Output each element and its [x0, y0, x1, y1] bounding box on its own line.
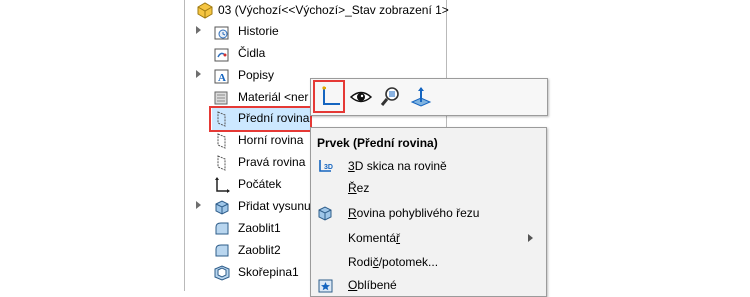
expand-arrow-icon[interactable] [196, 201, 201, 209]
3d-sketch-icon: 3D [317, 158, 335, 174]
origin-icon [213, 176, 231, 194]
tree-item-label: Zaoblit1 [238, 221, 281, 235]
fillet-icon [213, 220, 231, 238]
tree-item-sensors[interactable]: Čidla [196, 43, 446, 65]
menu-item-3d-sketch-on-plane[interactable]: 3D 3D skica na rovině [312, 155, 546, 177]
tree-item-label: Počátek [238, 177, 282, 191]
material-icon [213, 89, 231, 107]
highlight-box-tree-item [209, 106, 312, 132]
tree-item-label: Materiál <ner [238, 90, 309, 104]
zoom-to-selection-button[interactable] [379, 85, 403, 109]
plane-icon [213, 132, 231, 150]
tree-item-label: Zaoblit2 [238, 243, 281, 257]
menu-item-section[interactable]: Řez [312, 177, 546, 199]
svg-text:A: A [218, 72, 226, 84]
context-menu-title: Prvek (Přední rovina) [317, 136, 438, 150]
context-menu: Prvek (Přední rovina) 3D 3D skica na rov… [310, 127, 547, 297]
hide-show-button[interactable] [349, 85, 373, 109]
normal-to-button[interactable] [409, 85, 433, 109]
plane-icon [213, 154, 231, 172]
tree-item-label: Horní rovina [238, 133, 304, 147]
tree-item-label: Čidla [238, 46, 266, 60]
submenu-arrow-icon [528, 234, 533, 242]
menu-item-label: Řez [348, 181, 370, 195]
extrude-icon [213, 198, 231, 216]
tree-left-border [184, 0, 185, 291]
tree-item-label: Historie [238, 24, 279, 38]
tree-item-label: Popisy [238, 68, 275, 82]
context-toolbar [310, 78, 548, 116]
tree-item-label: Skořepina1 [238, 265, 299, 279]
tree-item-history[interactable]: Historie [196, 21, 446, 43]
shell-icon [213, 264, 231, 282]
menu-item-favorites[interactable]: Oblíbené [312, 274, 546, 296]
eye-icon [349, 91, 373, 103]
highlight-box-sketch-button [313, 80, 345, 113]
menu-item-label: Rodič/potomek... [348, 255, 439, 269]
menu-item-label: Komentář [348, 231, 401, 245]
menu-item-moving-section-plane[interactable]: Rovina pohyblivého řezu [312, 202, 546, 224]
part-icon [196, 1, 214, 19]
menu-item-parent-child[interactable]: Rodič/potomek... [312, 251, 546, 273]
menu-item-label: Oblíbené [348, 278, 397, 292]
tree-root-label: 03 (Výchozí<<Výchozí>_Stav zobrazení 1> [218, 3, 449, 17]
fillet-icon [213, 242, 231, 260]
tree-item-label: Pravá rovina [238, 155, 306, 169]
menu-item-label: 3D skica na rovině [348, 159, 447, 173]
history-folder-icon [213, 23, 231, 41]
zoom-to-selection-icon [380, 87, 399, 106]
sensors-folder-icon [213, 45, 231, 63]
moving-section-plane-icon [317, 205, 335, 221]
expand-arrow-icon[interactable] [196, 70, 201, 78]
menu-item-label: Rovina pohyblivého řezu [348, 206, 480, 220]
svg-text:3D: 3D [324, 164, 333, 171]
normal-to-icon [410, 87, 432, 107]
tree-item-label: Přidat vysunu [238, 199, 311, 213]
expand-arrow-icon[interactable] [196, 26, 201, 34]
tree-root[interactable]: 03 (Výchozí<<Výchozí>_Stav zobrazení 1> [196, 0, 449, 22]
annotations-icon: A [213, 67, 231, 85]
menu-item-comment[interactable]: Komentář [312, 227, 546, 249]
